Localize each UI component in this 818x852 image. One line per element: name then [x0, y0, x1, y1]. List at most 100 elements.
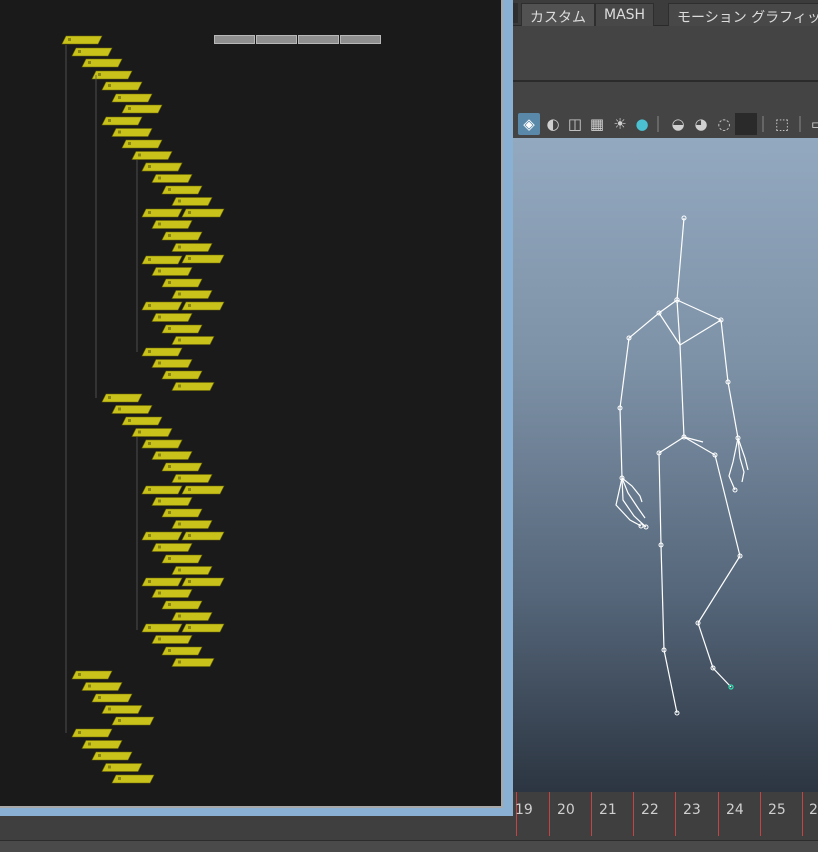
node-type-icon [188, 580, 191, 583]
xray-icon[interactable]: ◫ [564, 113, 586, 135]
node-type-icon [138, 153, 141, 157]
node-type-icon [158, 591, 161, 595]
node-type-icon [188, 488, 191, 491]
node-type-icon [188, 257, 191, 260]
node-type-icon [178, 245, 181, 249]
node-type-icon [108, 765, 111, 769]
tab-motion-graphics[interactable]: モーション グラフィックス [668, 3, 818, 26]
node-type-icon [118, 130, 121, 134]
node-type-icon [168, 603, 171, 606]
texture-icon[interactable]: ◕ [690, 113, 712, 135]
shelf-tab-bar: カスタム MASH モーション グラフィックス [513, 0, 818, 26]
range-slider[interactable] [0, 840, 818, 852]
node-type-icon [148, 488, 151, 491]
hypergraph-panel[interactable] [0, 0, 503, 808]
node-type-icon [158, 222, 161, 226]
node-type-icon [148, 165, 151, 168]
node-type-icon [108, 119, 111, 122]
node-type-icon [148, 442, 151, 445]
node-type-icon [168, 234, 171, 237]
viewport-toolbar: ◈ ◐ ◫ ▦ ☀ ● ◒ ◕ ◌ ⬚ ▭ [513, 110, 818, 138]
node-type-icon [128, 419, 131, 422]
frame-tick [549, 792, 550, 836]
node-type-icon [98, 754, 101, 757]
isolate-icon[interactable] [735, 113, 757, 135]
node-type-icon [178, 522, 181, 526]
node-graph [61, 35, 225, 784]
frame-tick [718, 792, 719, 836]
node-type-icon [108, 707, 111, 711]
node-type-icon [158, 269, 161, 273]
node-type-icon [148, 626, 151, 629]
spine-joint-chain [676, 217, 685, 438]
lighting-icon[interactable]: ◌ [713, 113, 735, 135]
node-type-icon [158, 545, 161, 549]
frame-tick [633, 792, 634, 836]
shadow-icon[interactable]: ● [631, 113, 653, 135]
node-type-icon [188, 304, 191, 307]
node-type-icon [168, 649, 171, 652]
checker-icon[interactable]: ▦ [586, 113, 608, 135]
frame-tick [760, 792, 761, 836]
frame-tick [675, 792, 676, 836]
node-type-icon [178, 614, 181, 618]
shelf-body [513, 26, 818, 82]
resolution-gate-icon[interactable]: ▭ [807, 113, 818, 135]
node-type-icon [148, 580, 151, 583]
node-type-icon [168, 557, 171, 560]
node-type-icon [178, 476, 181, 480]
toolbar-separator [762, 116, 764, 132]
node-type-icon [78, 673, 81, 676]
node-type-icon [128, 107, 131, 110]
node-type-icon [168, 281, 171, 284]
toolbar-separator [657, 116, 659, 132]
frame-label: 21 [599, 802, 617, 818]
shaded-cube-icon[interactable]: ◈ [518, 113, 540, 135]
light-icon[interactable]: ☀ [609, 113, 631, 135]
node-type-icon [118, 96, 121, 99]
node-type-icon [158, 315, 161, 319]
node-type-icon [158, 361, 161, 365]
frame-label: 19 [515, 802, 533, 818]
shelf-handle[interactable] [513, 3, 518, 23]
node-type-icon [178, 199, 181, 203]
left-leg-joint-chain [658, 436, 685, 714]
right-arm-joint-chain [676, 299, 739, 439]
node-type-icon [78, 731, 81, 734]
node-type-icon [188, 211, 191, 214]
node-type-icon [98, 73, 101, 76]
node-type-icon [128, 142, 131, 145]
wireframe-cube-icon[interactable]: ◐ [542, 113, 564, 135]
node-type-icon [178, 338, 181, 342]
frame-label: 24 [726, 802, 744, 818]
frame-label: 25 [768, 802, 786, 818]
node-type-icon [168, 511, 171, 514]
time-slider-left[interactable] [0, 816, 513, 840]
node-type-icon [98, 696, 101, 699]
node-type-icon [88, 742, 91, 746]
tab-custom[interactable]: カスタム [521, 3, 595, 26]
node-type-icon [178, 568, 181, 572]
node-type-icon [158, 176, 161, 180]
frame-icon[interactable]: ⬚ [771, 113, 793, 135]
node-type-icon [88, 61, 91, 64]
node-type-icon [138, 430, 141, 434]
3d-viewport[interactable] [513, 138, 818, 792]
node-type-icon [78, 50, 81, 53]
node-type-icon [168, 465, 171, 468]
maya-workspace: カスタム MASH モーション グラフィックス ◈ ◐ ◫ ▦ ☀ ● ◒ ◕ … [0, 0, 818, 852]
node-type-icon [108, 396, 111, 399]
node-type-icon [108, 84, 111, 87]
node-type-icon [178, 292, 181, 296]
node-type-icon [158, 499, 161, 503]
skeleton-rig [615, 215, 749, 716]
frame-label: 20 [557, 802, 575, 818]
ambient-occlusion-icon[interactable]: ◒ [667, 113, 689, 135]
frame-label: 22 [641, 802, 659, 818]
node-type-icon [178, 660, 181, 664]
tab-mash[interactable]: MASH [595, 3, 655, 26]
node-type-icon [118, 777, 121, 780]
time-slider[interactable]: 19 20 21 22 23 24 25 2 [513, 792, 818, 840]
panel-divider[interactable] [503, 0, 513, 815]
node-type-icon [148, 211, 151, 214]
